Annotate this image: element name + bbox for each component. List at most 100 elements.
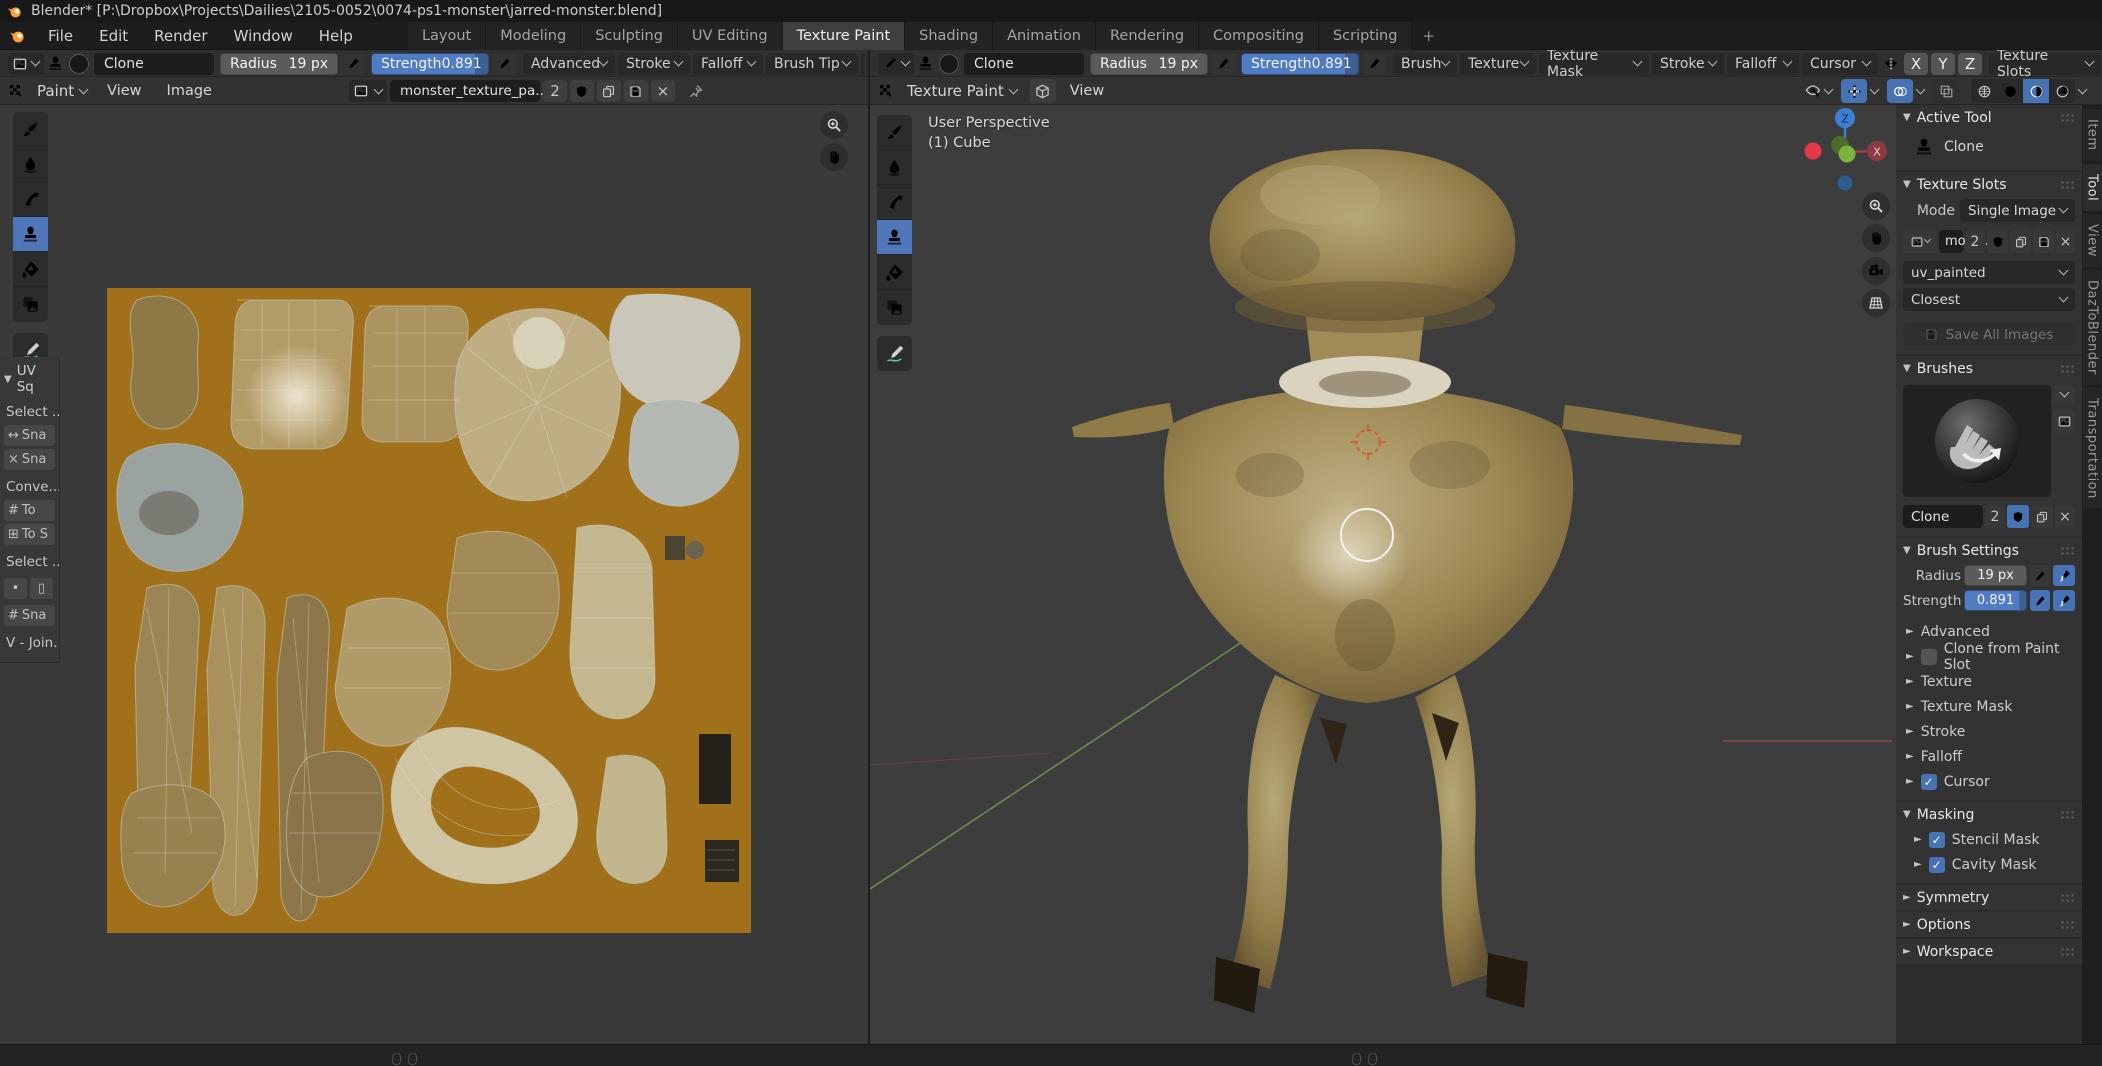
blender-menu-icon[interactable] xyxy=(0,28,35,44)
editor-type-dropdown[interactable] xyxy=(878,53,914,75)
unlink-brush-icon[interactable]: × xyxy=(2055,505,2075,528)
menu-file[interactable]: File xyxy=(35,27,86,45)
brush-preview-swatch[interactable] xyxy=(69,54,89,74)
popover-falloff[interactable]: Falloff xyxy=(693,53,763,75)
save-image-icon[interactable] xyxy=(624,80,648,102)
radius-slider[interactable]: Radius19 px xyxy=(1090,53,1208,75)
menu-image[interactable]: Image xyxy=(156,83,223,99)
active-tool-row[interactable]: Clone xyxy=(1896,130,2082,164)
popover-advanced[interactable]: Advanced xyxy=(523,53,615,75)
editor-type-dropdown[interactable] xyxy=(8,53,44,75)
sidebar-tab-view[interactable]: View xyxy=(2083,214,2102,267)
menu-render[interactable]: Render xyxy=(141,27,220,45)
popover-falloff[interactable]: Falloff xyxy=(1727,53,1799,75)
new-image-copy-icon[interactable] xyxy=(597,80,621,102)
navigation-axis-gizmo[interactable]: Z X xyxy=(1800,105,1910,200)
strength-slider[interactable]: Strength0.891 xyxy=(371,53,489,75)
image-users-count[interactable]: 2 xyxy=(1965,230,1985,253)
viewport-zoom-button[interactable] xyxy=(1862,192,1890,220)
workspace-tab-texture-paint[interactable]: Texture Paint xyxy=(783,22,906,50)
show-gizmo-toggle[interactable] xyxy=(1841,79,1867,103)
shading-solid-button[interactable] xyxy=(1997,79,2023,103)
interpolation-dropdown[interactable]: Closest xyxy=(1903,288,2075,311)
unlink-image-icon[interactable]: × xyxy=(651,80,675,102)
workspace-tab-modeling[interactable]: Modeling xyxy=(486,22,581,50)
save-image-icon[interactable] xyxy=(2033,230,2054,253)
select-mode-dot-button[interactable]: • xyxy=(4,578,27,599)
brush-preview-chevron-button[interactable] xyxy=(2053,385,2075,404)
mask-tool-button[interactable] xyxy=(13,287,48,322)
to-square-button[interactable]: ⊞To S xyxy=(4,524,55,545)
radius-slider[interactable]: 19 px xyxy=(1964,565,2027,586)
mirror-z-toggle[interactable]: Z xyxy=(1958,53,1982,75)
strength-pressure-button[interactable] xyxy=(1362,53,1386,75)
texture-paint-mode-dropdown[interactable]: Texture Paint xyxy=(901,82,1023,100)
save-all-images-button[interactable]: Save All Images xyxy=(1903,323,2075,346)
panel-drag-dots-icon[interactable] xyxy=(2060,947,2075,957)
menu-window[interactable]: Window xyxy=(221,27,306,45)
viewport-camera-button[interactable] xyxy=(1862,257,1890,285)
panel-drag-dots-icon[interactable] xyxy=(2060,920,2075,930)
brush-custom-icon-button[interactable] xyxy=(2053,409,2075,433)
strength-slider[interactable]: 0.891 xyxy=(1964,590,2027,611)
cursor-checkbox[interactable]: ✓ xyxy=(1921,774,1937,790)
mirror-y-toggle[interactable]: Y xyxy=(1931,53,1955,75)
show-object-types-icon[interactable] xyxy=(1805,83,1821,99)
paint-mode-dropdown[interactable]: Paint xyxy=(31,82,93,100)
cursor-subpanel[interactable]: ► ✓ Cursor xyxy=(1896,769,2082,794)
select-mode-bar-button[interactable]: ▯ xyxy=(30,578,53,599)
image-editor-icon[interactable] xyxy=(8,83,24,99)
uv-squares-header[interactable]: ▼ UV Sq xyxy=(4,363,55,395)
clone-from-paint-slot-subpanel[interactable]: ► Clone from Paint Slot xyxy=(1896,644,2082,669)
sidebar-tab-transportation[interactable]: Transportation xyxy=(2083,388,2102,509)
overlays-chevron-icon[interactable] xyxy=(1916,84,1926,94)
stroke-subpanel[interactable]: ► Stroke xyxy=(1896,719,2082,744)
unlink-image-icon[interactable]: × xyxy=(2056,230,2075,253)
fake-user-shield-icon[interactable] xyxy=(570,80,594,102)
uv-map-dropdown[interactable]: uv_painted xyxy=(1903,261,2075,284)
object-types-chevron-icon[interactable] xyxy=(1824,84,1834,94)
strength-pressure-button[interactable] xyxy=(2053,590,2075,611)
soften-tool-button[interactable] xyxy=(877,150,912,185)
brushes-panel-header[interactable]: ▼ Brushes xyxy=(1896,356,2082,381)
popover-texture-mask[interactable]: Texture Mask xyxy=(1539,53,1649,75)
popover-texture-slots[interactable]: Texture Slots xyxy=(1989,53,2101,75)
texture-slots-panel-header[interactable]: ▼ Texture Slots xyxy=(1896,172,2082,197)
strength-pressure-button[interactable] xyxy=(492,53,516,75)
cube-object-icon[interactable] xyxy=(1030,79,1056,103)
mode-dropdown[interactable]: Single Image xyxy=(1960,199,2075,222)
viewport-pan-button[interactable] xyxy=(1862,224,1890,252)
workspace-tab-uv-editing[interactable]: UV Editing xyxy=(678,22,783,50)
radius-pressure-button[interactable] xyxy=(1211,53,1235,75)
clone-tool-button[interactable] xyxy=(877,220,912,255)
popover-cursor[interactable]: Cursor xyxy=(1802,53,1878,75)
mirror-x-toggle[interactable]: X xyxy=(1904,53,1928,75)
panel-drag-dots-icon[interactable] xyxy=(2060,810,2075,820)
sidebar-tab-daztoblender[interactable]: DazToBlender xyxy=(2083,270,2102,385)
panel-drag-dots-icon[interactable] xyxy=(2060,893,2075,903)
duplicate-brush-icon[interactable] xyxy=(2031,505,2053,528)
image-browse-dropdown[interactable] xyxy=(349,80,387,102)
xray-toggle[interactable] xyxy=(1933,79,1959,103)
panel-drag-dots-icon[interactable] xyxy=(2060,180,2075,190)
panel-drag-dots-icon[interactable] xyxy=(2060,113,2075,123)
image-users-count[interactable]: 2 xyxy=(543,80,567,102)
brush-users-count[interactable]: 2 xyxy=(1985,505,2005,528)
stencil-mask-subpanel[interactable]: ► ✓ Stencil Mask xyxy=(1896,827,2082,852)
workspace-tab-animation[interactable]: Animation xyxy=(993,22,1096,50)
menu-view[interactable]: View xyxy=(96,83,152,99)
mask-tool-button[interactable] xyxy=(877,290,912,325)
mode-icon[interactable] xyxy=(878,83,894,99)
image-name-field[interactable]: mons... xyxy=(1939,230,1963,253)
popover-texture[interactable]: Texture xyxy=(1460,53,1536,75)
falloff-subpanel[interactable]: ► Falloff xyxy=(1896,744,2082,769)
brush-name-field[interactable]: Clone xyxy=(964,53,1084,75)
to-grid-button[interactable]: #To xyxy=(4,500,55,521)
stencil-mask-checkbox[interactable]: ✓ xyxy=(1929,832,1945,848)
radius-slider[interactable]: Radius19 px xyxy=(220,53,338,75)
cavity-mask-subpanel[interactable]: ► ✓ Cavity Mask xyxy=(1896,852,2082,877)
add-workspace-button[interactable]: + xyxy=(1412,27,1445,45)
shading-rendered-button[interactable] xyxy=(2049,79,2075,103)
menu-edit[interactable]: Edit xyxy=(86,27,141,45)
panel-drag-dots-icon[interactable] xyxy=(2060,546,2075,556)
